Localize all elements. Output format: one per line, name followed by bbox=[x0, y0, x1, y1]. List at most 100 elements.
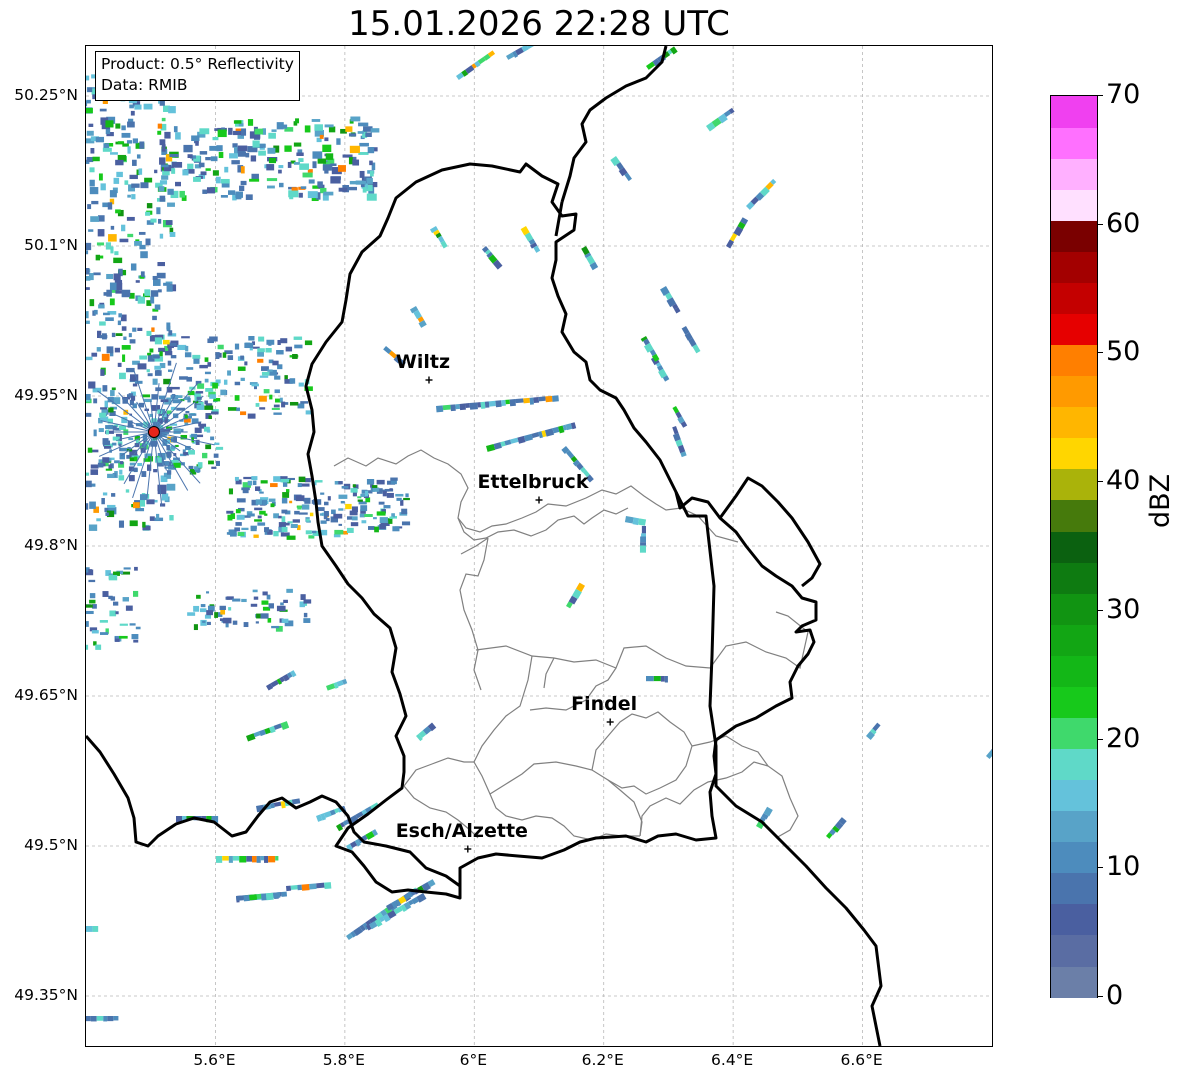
echo-streak bbox=[86, 926, 99, 932]
radar-map[interactable] bbox=[85, 45, 993, 1047]
echo-cell bbox=[215, 176, 221, 184]
echo-cell bbox=[360, 184, 365, 188]
echo-cell bbox=[132, 327, 137, 332]
echo-cell bbox=[237, 532, 245, 537]
echo-cell bbox=[252, 856, 257, 863]
echo-cell bbox=[188, 450, 195, 455]
echo-cell bbox=[237, 366, 246, 371]
echo-cell bbox=[192, 354, 201, 359]
echo-cell bbox=[348, 157, 353, 165]
echo-cell bbox=[113, 177, 120, 184]
echo-cell bbox=[146, 499, 155, 505]
echo-cell bbox=[87, 204, 92, 210]
echo-cell bbox=[145, 238, 151, 246]
echo-cell bbox=[227, 407, 237, 411]
echo-cell bbox=[99, 412, 107, 418]
echo-cell bbox=[346, 527, 354, 533]
echo-cell bbox=[488, 400, 496, 407]
echo-cell bbox=[108, 234, 117, 242]
echo-streak bbox=[646, 676, 668, 683]
echo-cell bbox=[206, 610, 214, 616]
echo-cell bbox=[247, 119, 254, 126]
echo-cell bbox=[131, 634, 139, 640]
echo-streak bbox=[429, 225, 448, 249]
echo-cell bbox=[137, 296, 145, 304]
echo-cell bbox=[256, 893, 262, 900]
echo-cell bbox=[86, 311, 89, 319]
echo-cell bbox=[220, 609, 226, 615]
echo-cell bbox=[169, 231, 176, 237]
echo-cell bbox=[286, 588, 293, 593]
echo-cell bbox=[117, 320, 122, 326]
echo-cell bbox=[112, 425, 117, 431]
echo-cell bbox=[271, 129, 277, 132]
echo-cell bbox=[281, 891, 288, 897]
echo-cell bbox=[389, 516, 394, 519]
echo-cell bbox=[281, 526, 288, 532]
echo-cell bbox=[114, 347, 120, 353]
echo-cell bbox=[93, 398, 98, 404]
echo-cell bbox=[132, 383, 138, 387]
echo-streak bbox=[456, 50, 496, 80]
echo-cell bbox=[166, 322, 171, 330]
echo-cell bbox=[325, 153, 334, 160]
echo-cell bbox=[350, 116, 361, 122]
echo-cell bbox=[338, 481, 343, 485]
echo-cell bbox=[259, 407, 266, 410]
echo-cell bbox=[237, 151, 246, 157]
echo-cell bbox=[268, 498, 276, 502]
colorbar-tick-label: 70 bbox=[1106, 79, 1141, 110]
echo-cell bbox=[374, 526, 379, 533]
echo-cell bbox=[326, 683, 336, 691]
echo-cell bbox=[330, 176, 341, 184]
echo-cell bbox=[204, 614, 212, 619]
echo-cell bbox=[115, 209, 121, 214]
echo-cell bbox=[86, 393, 91, 400]
echo-cell bbox=[222, 352, 227, 358]
echo-cell bbox=[219, 605, 226, 610]
echo-cell bbox=[183, 452, 189, 456]
echo-streak bbox=[639, 526, 646, 553]
echo-cell bbox=[173, 428, 181, 434]
radar-site-marker[interactable] bbox=[147, 426, 160, 438]
echo-cell bbox=[137, 363, 147, 370]
echo-cell bbox=[283, 599, 288, 603]
echo-cell bbox=[249, 178, 260, 182]
echo-cell bbox=[159, 180, 168, 185]
echo-cell bbox=[133, 467, 138, 473]
echo-cell bbox=[257, 522, 266, 526]
echo-cell bbox=[365, 132, 372, 137]
echo-cell bbox=[196, 594, 201, 599]
echo-cell bbox=[252, 140, 260, 148]
echo-cell bbox=[501, 399, 506, 406]
echo-cell bbox=[299, 163, 310, 170]
echo-cell bbox=[88, 381, 96, 389]
echo-cell bbox=[122, 597, 130, 602]
echo-cell bbox=[523, 397, 531, 404]
longitude-label: 6°E bbox=[459, 1051, 487, 1069]
colorbar-segment bbox=[1051, 530, 1097, 563]
echo-cell bbox=[204, 371, 211, 375]
echo-cell bbox=[312, 151, 323, 159]
echo-cell bbox=[229, 153, 238, 159]
echo-cell bbox=[228, 488, 234, 495]
echo-cell bbox=[157, 130, 162, 135]
echo-cell bbox=[119, 461, 124, 465]
echo-cell bbox=[366, 193, 377, 201]
echo-cell bbox=[164, 131, 171, 139]
echo-cell bbox=[145, 211, 151, 216]
echo-cell bbox=[280, 478, 290, 483]
colorbar-tick-label: 40 bbox=[1106, 465, 1141, 497]
echo-cell bbox=[293, 142, 302, 147]
echo-cell bbox=[193, 624, 198, 631]
echo-cell bbox=[324, 124, 334, 128]
echo-cell bbox=[261, 893, 267, 901]
echo-cell bbox=[359, 513, 365, 518]
echo-cell bbox=[255, 486, 261, 491]
echo-cell bbox=[251, 476, 258, 481]
echo-cell bbox=[287, 161, 292, 168]
echo-cell bbox=[255, 499, 263, 505]
echo-cell bbox=[197, 383, 205, 389]
echo-cell bbox=[168, 106, 176, 114]
echo-cell bbox=[135, 626, 141, 630]
